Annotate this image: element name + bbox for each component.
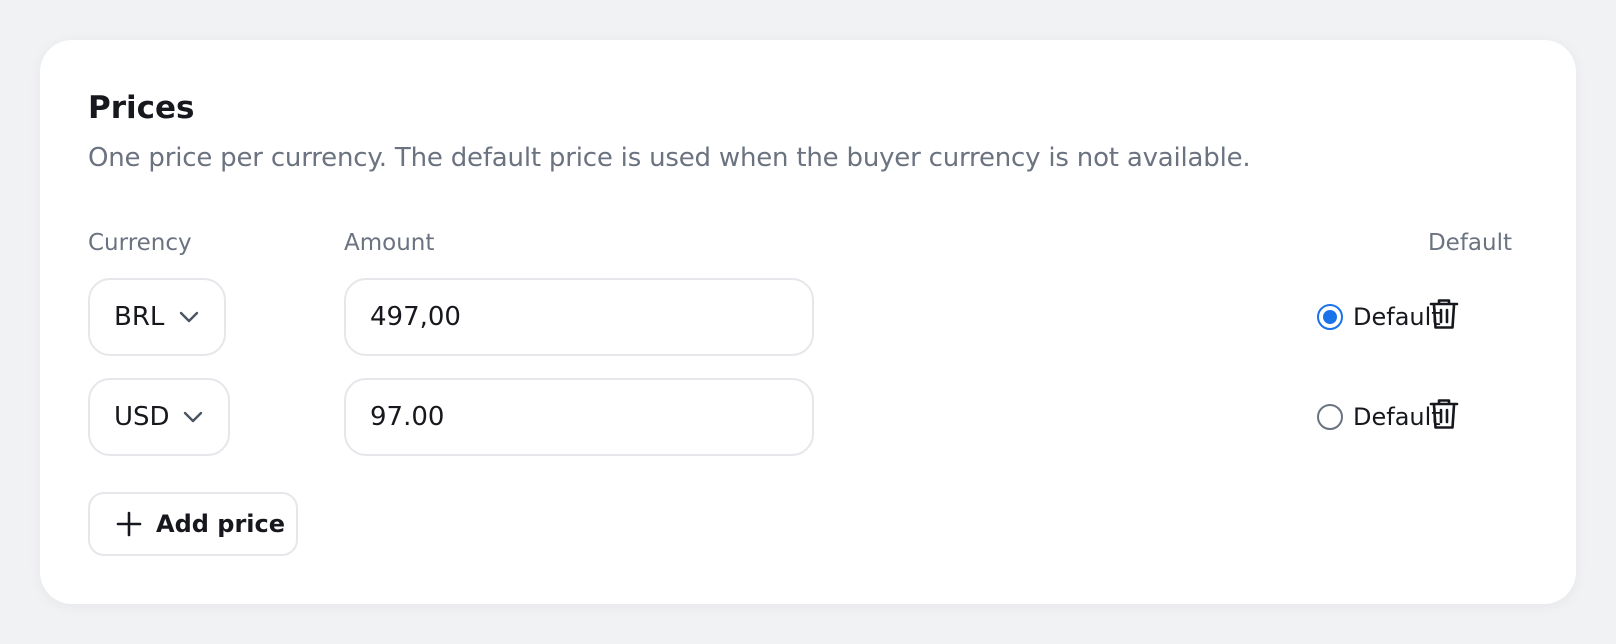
currency-select-value: BRL: [114, 302, 165, 332]
amount-input[interactable]: [344, 278, 814, 356]
add-price-label: Add price: [156, 510, 286, 538]
plus-icon: [116, 511, 142, 537]
currency-column-label: Currency: [88, 230, 192, 256]
default-radio-option[interactable]: Default: [1317, 397, 1441, 437]
section-title: Prices: [88, 90, 195, 126]
default-radio-label: Default: [1353, 303, 1441, 331]
add-price-button[interactable]: Add price: [88, 492, 298, 556]
default-column-label: Default: [1427, 230, 1512, 256]
default-radio-option[interactable]: Default: [1317, 297, 1441, 337]
prices-card: Prices One price per currency. The defau…: [40, 40, 1576, 604]
default-radio[interactable]: [1317, 304, 1343, 330]
section-description: One price per currency. The default pric…: [88, 143, 1251, 173]
currency-select[interactable]: BRL: [88, 278, 226, 356]
amount-column-label: Amount: [344, 230, 435, 256]
currency-select[interactable]: USD: [88, 378, 230, 456]
trash-icon[interactable]: [1429, 398, 1459, 430]
chevron-down-icon: [179, 311, 199, 323]
default-radio-label: Default: [1353, 403, 1441, 431]
trash-icon[interactable]: [1429, 298, 1459, 330]
amount-input[interactable]: [344, 378, 814, 456]
chevron-down-icon: [183, 411, 203, 423]
default-radio[interactable]: [1317, 404, 1343, 430]
currency-select-value: USD: [114, 402, 170, 432]
